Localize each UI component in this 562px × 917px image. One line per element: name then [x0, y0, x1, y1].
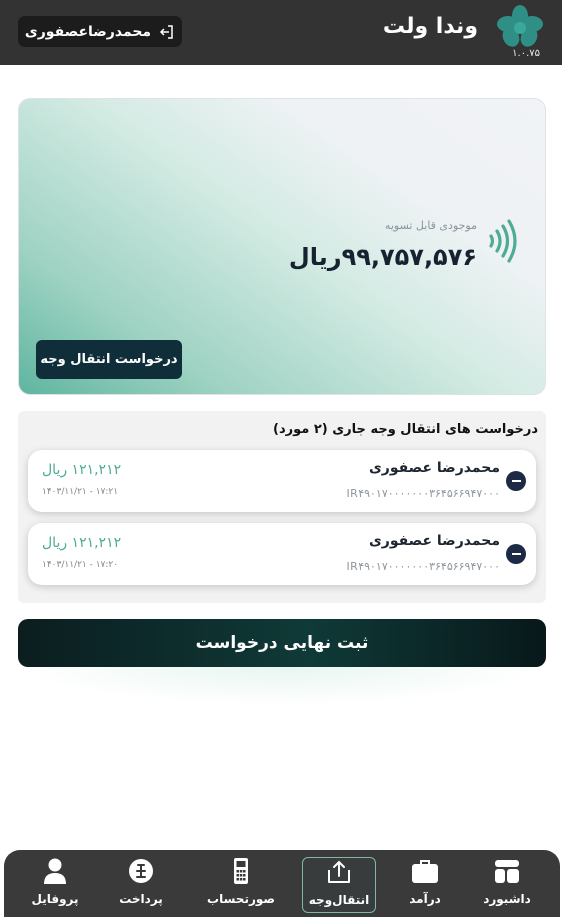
balance-card: موجودی قابل تسویه ۹۹,۷۵۷,۵۷۶ریال درخواست… — [18, 98, 546, 395]
transfer-icon — [328, 860, 350, 883]
nav-label: صورتحساب — [207, 892, 275, 906]
balance-label: موجودی قابل تسویه — [384, 219, 477, 232]
nav-label: پروفایل — [31, 892, 79, 906]
request-iban: IR۴۹۰۱۷۰۰۰۰۰۰۰۳۶۴۵۶۶۹۴۷۰۰۰ — [346, 560, 500, 573]
nav-label: انتقال‌وجه — [308, 893, 370, 907]
request-amount: ۱۲۱,۲۱۲ ریال — [42, 462, 122, 478]
minus-icon — [511, 480, 521, 482]
request-transfer-button[interactable]: درخواست انتقال وجه — [36, 340, 182, 379]
nav-dashboard[interactable]: داشبورد — [472, 857, 542, 913]
request-card: محمدرضا عصفوری IR۴۹۰۱۷۰۰۰۰۰۰۰۳۶۴۵۶۶۹۴۷۰۰… — [28, 450, 536, 512]
nav-statement[interactable]: صورتحساب — [200, 857, 282, 913]
logout-icon — [160, 24, 173, 39]
nav-label: درآمد — [409, 892, 441, 906]
nav-transfer[interactable]: انتقال‌وجه — [302, 857, 376, 913]
dashboard-icon — [495, 860, 519, 883]
nav-label: داشبورد — [483, 892, 531, 906]
request-datetime: ۱۴۰۳/۱۱/۲۱ - ۱۷:۲۱ — [42, 487, 119, 497]
user-icon — [44, 858, 66, 884]
pos-icon — [234, 858, 248, 884]
final-submit-button[interactable]: ثبت نهایی درخواست — [18, 619, 546, 667]
nav-profile[interactable]: پروفایل — [20, 857, 90, 913]
request-name: محمدرضا عصفوری — [368, 533, 500, 549]
bottom-navigation: داشبورد درآمد انتقال‌وجه صورتحساب — [4, 850, 560, 917]
minus-icon — [511, 553, 521, 555]
request-amount: ۱۲۱,۲۱۲ ریال — [42, 535, 122, 551]
nav-income[interactable]: درآمد — [390, 857, 460, 913]
contactless-icon — [489, 219, 517, 263]
request-card: محمدرضا عصفوری IR۴۹۰۱۷۰۰۰۰۰۰۰۳۶۴۵۶۶۹۴۷۰۰… — [28, 523, 536, 585]
app-header: محمدرضاعصفوری وندا ولت ۱.۰.۷۵ — [0, 0, 562, 65]
request-datetime: ۱۴۰۳/۱۱/۲۱ - ۱۷:۲۰ — [42, 560, 119, 570]
transfer-requests-panel: درخواست های انتقال وجه جاری (۲ مورد) محم… — [18, 411, 546, 603]
panel-title: درخواست های انتقال وجه جاری (۲ مورد) — [273, 422, 538, 437]
nav-label: پرداخت — [119, 892, 163, 906]
app-version: ۱.۰.۷۵ — [512, 48, 540, 59]
request-iban: IR۴۹۰۱۷۰۰۰۰۰۰۰۳۶۴۵۶۶۹۴۷۰۰۰ — [346, 487, 500, 500]
request-name: محمدرضا عصفوری — [368, 460, 500, 476]
user-name: محمدرضاعصفوری — [24, 23, 152, 40]
briefcase-icon — [412, 860, 438, 883]
brand-name: وندا ولت — [382, 14, 478, 39]
user-logout-button[interactable]: محمدرضاعصفوری — [18, 16, 182, 47]
submit-glow — [18, 665, 546, 705]
remove-request-button[interactable] — [506, 471, 526, 491]
remove-request-button[interactable] — [506, 544, 526, 564]
nav-payment[interactable]: پرداخت — [106, 857, 176, 913]
payment-icon — [129, 859, 153, 883]
flower-logo-icon — [497, 5, 543, 47]
balance-value: ۹۹,۷۵۷,۵۷۶ریال — [288, 243, 477, 271]
